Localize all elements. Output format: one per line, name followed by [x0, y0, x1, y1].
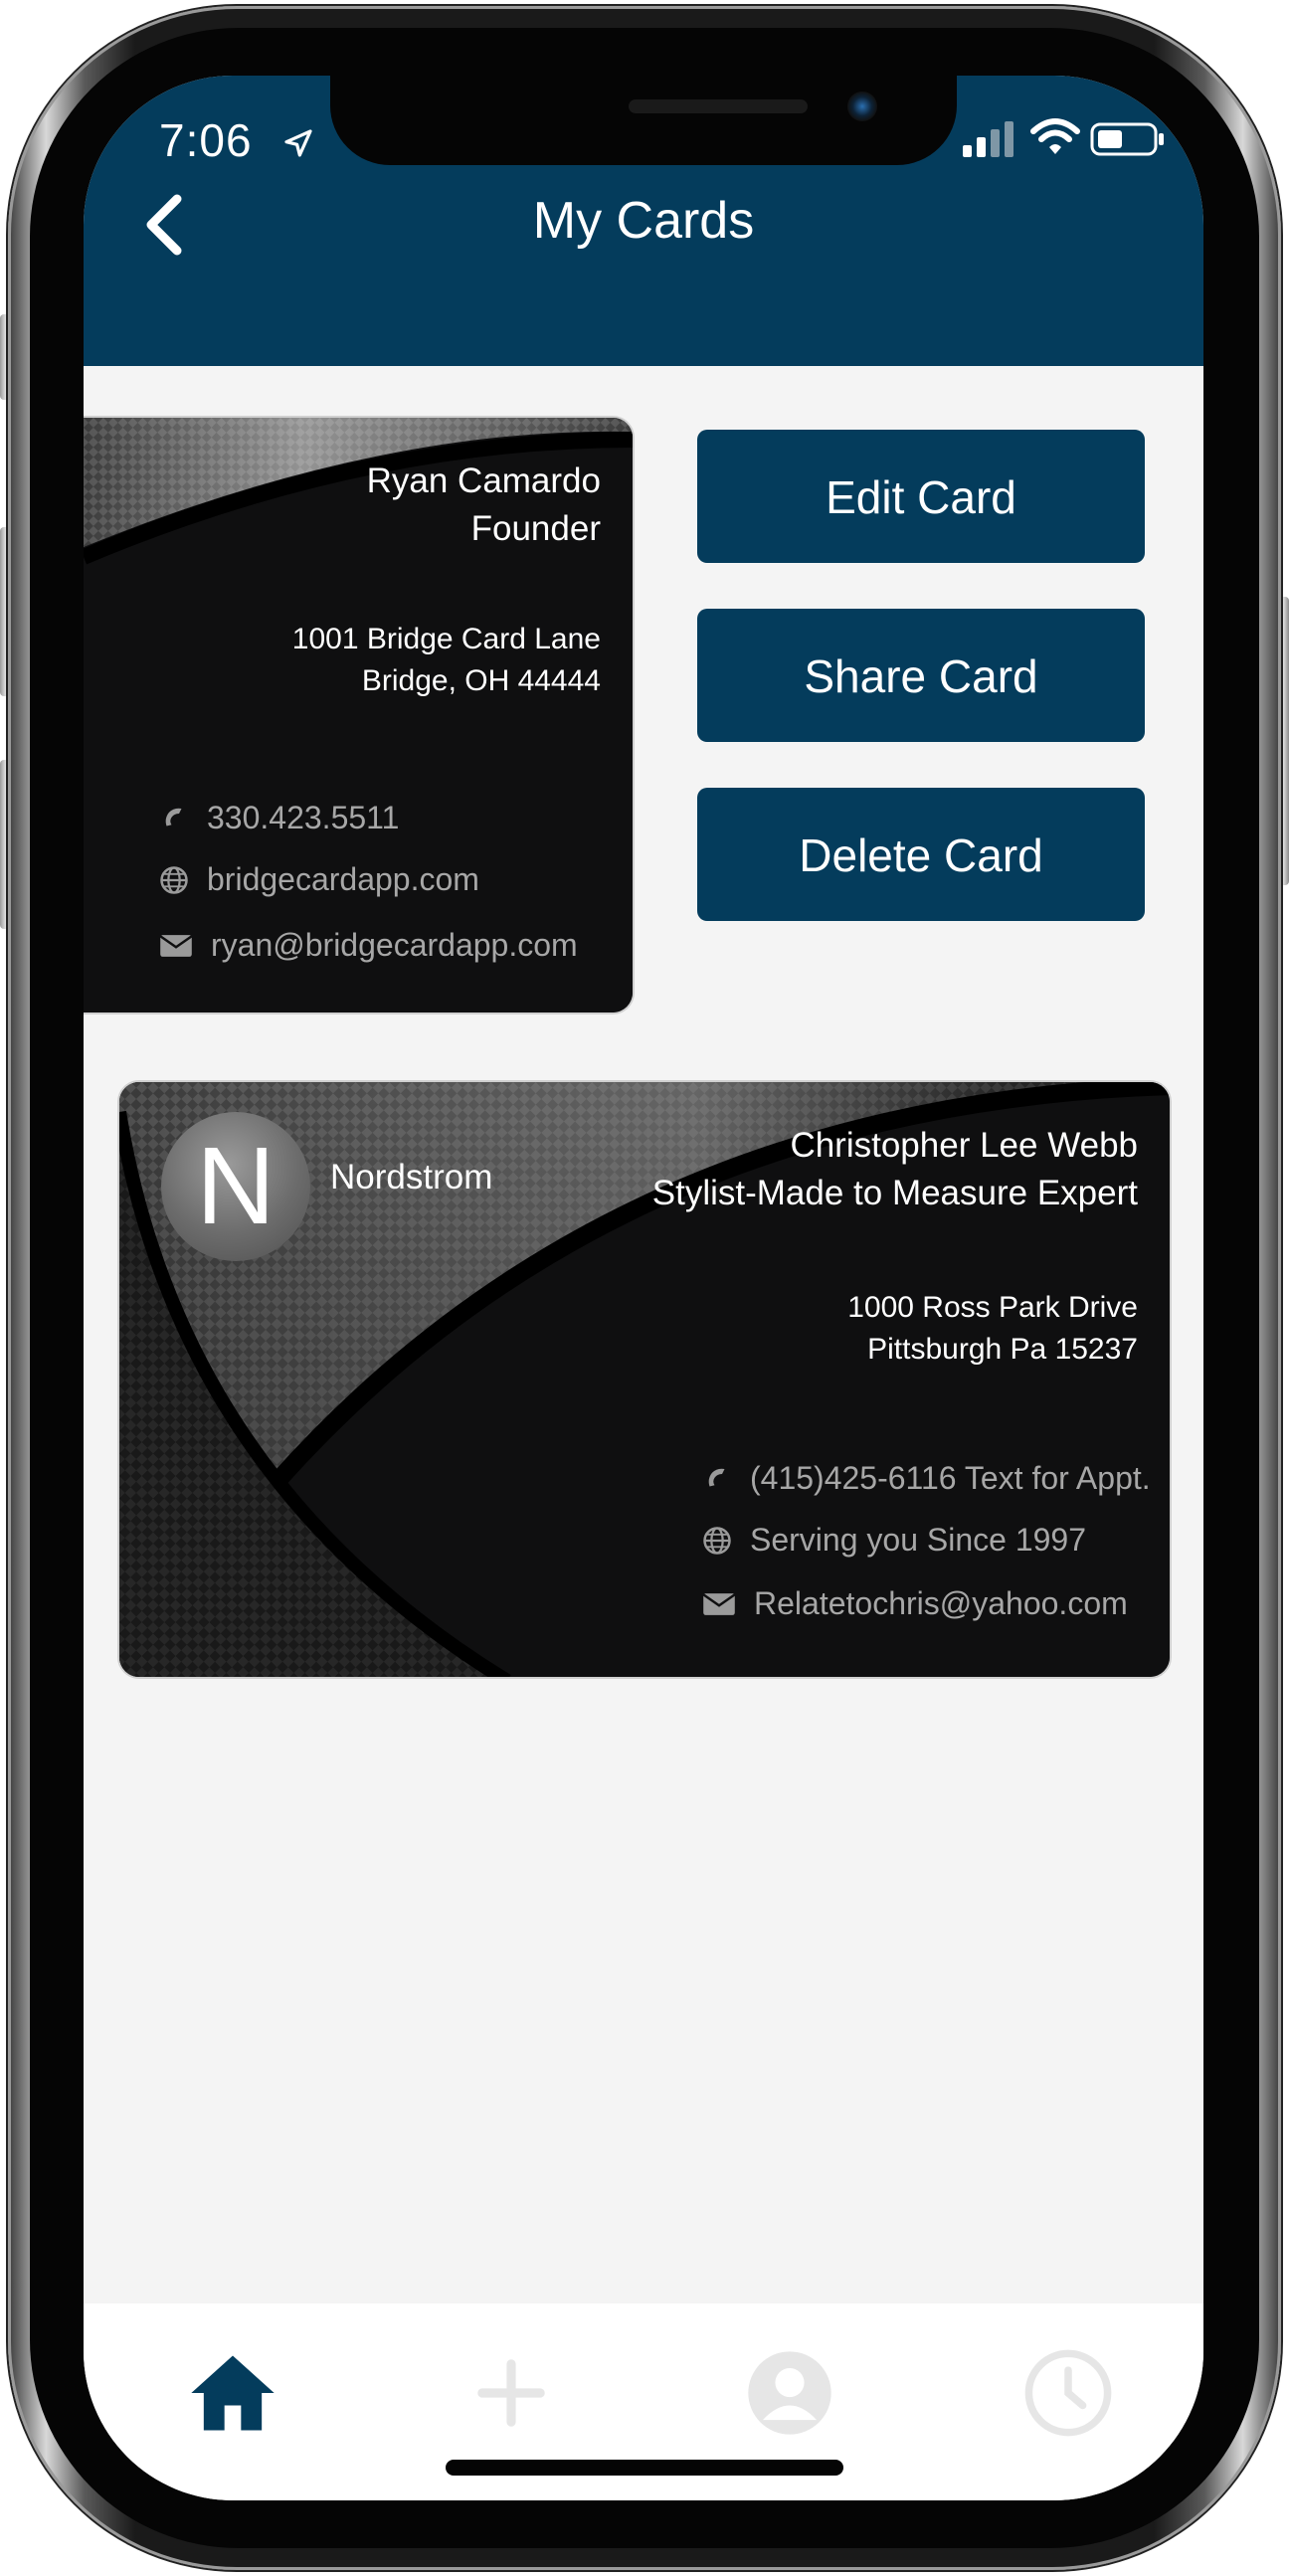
- globe-icon: [160, 865, 188, 894]
- card-phone-row[interactable]: 330.423.5511: [159, 800, 399, 836]
- card-job-title: Founder: [470, 509, 601, 548]
- company-logo-avatar: N: [161, 1112, 310, 1261]
- card-phone: (415)425-6116 Text for Appt.: [750, 1460, 1151, 1496]
- card-job-title: Stylist-Made to Measure Expert: [651, 1174, 1138, 1212]
- card-phone: 330.423.5511: [207, 800, 400, 835]
- card-email: ryan@bridgecardapp.com: [211, 927, 578, 963]
- card-email: Relatetochris@yahoo.com: [754, 1585, 1128, 1621]
- edit-card-button[interactable]: Edit Card: [697, 430, 1145, 563]
- card-name: Christopher Lee Webb: [790, 1126, 1138, 1165]
- card-email-row[interactable]: ryan@bridgecardapp.com: [159, 927, 578, 964]
- location-arrow-icon: [284, 129, 312, 157]
- card-background-pattern: [84, 418, 633, 1012]
- business-card-ryan[interactable]: Ryan Camardo Founder 1001 Bridge Card La…: [84, 416, 635, 1014]
- card-website-row[interactable]: bridgecardapp.com: [159, 861, 479, 898]
- business-card-christopher[interactable]: N Nordstrom Christopher Lee Webb Stylist…: [117, 1080, 1172, 1679]
- card-address-line2: Bridge, OH 44444: [361, 664, 601, 697]
- card-address-line1: 1000 Ross Park Drive: [847, 1291, 1138, 1324]
- page-title: My Cards: [532, 192, 755, 250]
- card-company: Nordstrom: [330, 1158, 493, 1196]
- profile-icon: [748, 2351, 831, 2435]
- card-website-row[interactable]: Serving you Since 1997: [702, 1522, 1086, 1559]
- envelope-icon: [702, 1592, 736, 1615]
- share-card-button[interactable]: Share Card: [697, 609, 1145, 742]
- status-time: 7:06: [159, 114, 253, 166]
- card-website: Serving you Since 1997: [750, 1522, 1086, 1558]
- card-address-line2: Pittsburgh Pa 15237: [867, 1333, 1138, 1366]
- phone-icon: [708, 1468, 725, 1486]
- card-name: Ryan Camardo: [366, 461, 601, 500]
- company-logo-letter: N: [196, 1125, 276, 1247]
- tab-history[interactable]: [1018, 2343, 1118, 2443]
- wifi-icon: [1030, 118, 1080, 154]
- tab-add-card[interactable]: [461, 2343, 561, 2443]
- tab-profile[interactable]: [740, 2343, 839, 2443]
- clock-icon: [1024, 2349, 1112, 2437]
- card-email-row[interactable]: Relatetochris@yahoo.com: [702, 1585, 1128, 1622]
- front-camera: [847, 92, 877, 121]
- tab-home[interactable]: [183, 2343, 282, 2443]
- earpiece-speaker: [629, 99, 808, 113]
- phone-icon: [165, 808, 182, 826]
- delete-card-button[interactable]: Delete Card: [697, 788, 1145, 921]
- app-screen: 7:06 My Cards Ryan Camardo Founder 1001 …: [84, 76, 1203, 2500]
- card-address-line1: 1001 Bridge Card Lane: [291, 623, 601, 655]
- device-notch: [330, 76, 957, 165]
- plus-icon: [477, 2359, 545, 2427]
- cellular-signal-icon: [963, 121, 1013, 157]
- card-phone-row[interactable]: (415)425-6116 Text for Appt.: [702, 1460, 1151, 1497]
- card-website: bridgecardapp.com: [207, 861, 479, 897]
- globe-icon: [703, 1526, 731, 1555]
- envelope-icon: [159, 934, 193, 957]
- home-icon: [191, 2355, 275, 2431]
- battery-icon: [1090, 122, 1164, 156]
- home-indicator[interactable]: [446, 2460, 843, 2476]
